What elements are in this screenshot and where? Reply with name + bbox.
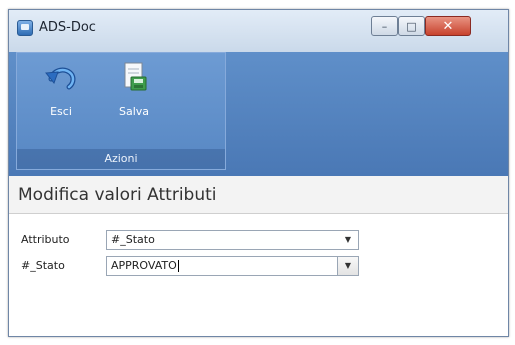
stato-value[interactable]: APPROVATO — [111, 259, 177, 272]
close-button[interactable]: ✕ — [425, 16, 471, 36]
content-panel: Modifica valori Attributi Attributo #_St… — [9, 176, 508, 336]
stato-combobox[interactable]: APPROVATO ▼ — [106, 256, 359, 276]
ribbon-group-azioni: Esci Salva Azioni — [16, 52, 226, 170]
attributo-value: #_Stato — [111, 233, 155, 246]
app-icon — [17, 20, 33, 36]
application-window: ADS-Doc – □ ✕ Esci Salva Azioni Modifica… — [8, 9, 509, 337]
salva-button[interactable]: Salva — [104, 59, 164, 131]
attributo-label: Attributo — [21, 233, 70, 246]
minimize-button[interactable]: – — [371, 16, 398, 36]
stato-label: #_Stato — [21, 259, 65, 272]
attributo-dropdown[interactable]: #_Stato ▼ — [106, 230, 359, 250]
undo-arrow-icon — [45, 67, 76, 90]
esci-button[interactable]: Esci — [31, 59, 91, 131]
window-title: ADS-Doc — [39, 20, 96, 35]
save-document-icon — [124, 62, 147, 91]
chevron-down-icon[interactable]: ▼ — [337, 257, 358, 275]
ribbon: Esci Salva Azioni — [9, 52, 508, 176]
text-caret — [177, 260, 179, 272]
esci-label: Esci — [50, 105, 72, 118]
chevron-down-icon[interactable]: ▼ — [338, 231, 358, 249]
title-bar[interactable]: ADS-Doc – □ ✕ — [9, 10, 508, 52]
maximize-button[interactable]: □ — [398, 16, 425, 36]
section-title: Modifica valori Attributi — [9, 176, 508, 214]
ribbon-group-label: Azioni — [17, 149, 225, 169]
salva-label: Salva — [118, 105, 150, 118]
